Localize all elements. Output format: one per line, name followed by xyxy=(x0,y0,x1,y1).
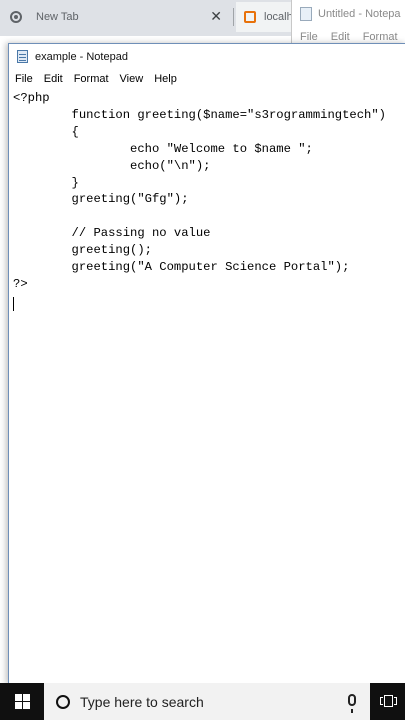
menu-format[interactable]: Format xyxy=(363,31,398,43)
windows-logo-icon xyxy=(14,694,30,709)
background-notepad-title: Untitled - Notepa xyxy=(300,7,401,21)
window-title: example - Notepad xyxy=(35,50,128,63)
title-bar[interactable]: example - Notepad xyxy=(9,44,405,69)
notepad-icon xyxy=(17,50,28,63)
xampp-icon xyxy=(244,11,256,23)
close-tab-icon[interactable]: ✕ xyxy=(210,8,222,25)
menu-edit[interactable]: Edit xyxy=(331,31,350,43)
tab-label: New Tab xyxy=(36,11,79,23)
menu-file[interactable]: File xyxy=(15,73,33,85)
menu-view[interactable]: View xyxy=(120,73,144,85)
text-caret xyxy=(13,297,14,311)
background-notepad-title-text: Untitled - Notepa xyxy=(318,8,401,20)
menu-edit[interactable]: Edit xyxy=(44,73,63,85)
start-button[interactable] xyxy=(0,683,44,720)
taskbar-search-box[interactable]: Type here to search xyxy=(44,683,370,720)
menu-help[interactable]: Help xyxy=(154,73,177,85)
menu-bar: File Edit Format View Help xyxy=(9,69,405,89)
menu-format[interactable]: Format xyxy=(74,73,109,85)
background-notepad-window[interactable]: Untitled - Notepa File Edit Format xyxy=(291,0,405,44)
notepad-window: example - Notepad File Edit Format View … xyxy=(8,43,405,684)
search-placeholder: Type here to search xyxy=(80,693,204,710)
background-notepad-menu: File Edit Format xyxy=(300,31,405,43)
taskbar: Type here to search xyxy=(0,683,405,720)
task-view-icon[interactable] xyxy=(380,693,397,709)
tab-divider xyxy=(233,8,234,26)
cortana-circle-icon xyxy=(56,694,70,709)
tab-new-tab[interactable]: New Tab ✕ xyxy=(10,2,232,32)
menu-file[interactable]: File xyxy=(300,31,318,43)
tab-localhost[interactable]: localh xyxy=(236,2,296,32)
tab-label: localh xyxy=(264,11,293,23)
notepad-icon xyxy=(300,7,312,21)
text-editor-area[interactable]: <?php function greeting($name="s3rogramm… xyxy=(13,90,403,680)
chrome-icon xyxy=(10,11,22,23)
microphone-icon[interactable] xyxy=(348,694,356,713)
editor-content[interactable]: <?php function greeting($name="s3rogramm… xyxy=(13,90,403,293)
